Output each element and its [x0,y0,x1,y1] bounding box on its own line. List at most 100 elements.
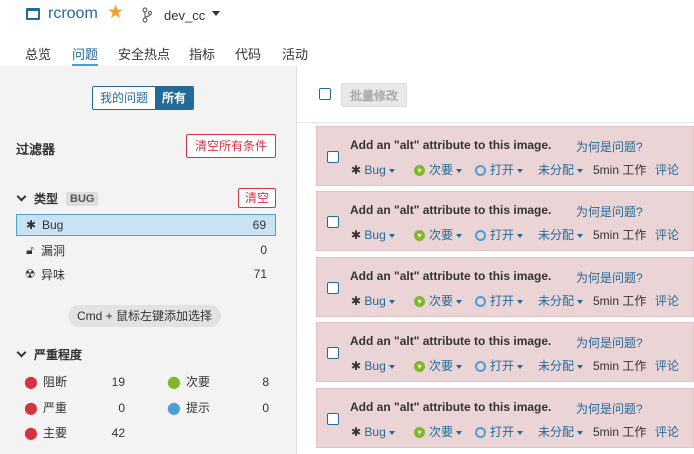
issue-assignee-dropdown[interactable]: 未分配 [538,162,584,178]
issue-assignee-dropdown[interactable]: 未分配 [538,293,584,309]
issue-message[interactable]: Add an "alt" attribute to this image. [350,334,551,348]
issue-checkbox[interactable] [327,282,339,294]
facet-item-code-smell[interactable]: ☢ 异味 71 [16,263,276,285]
issue-severity-dropdown[interactable]: ▾ 次要 [414,227,463,243]
issue-severity-dropdown[interactable]: ▾ 次要 [414,293,463,309]
issue-comment-link[interactable]: 评论 [655,293,679,309]
issue-assignee-dropdown[interactable]: 未分配 [538,227,584,243]
tab-code[interactable]: 代码 [235,44,261,63]
open-status-icon [475,230,486,242]
severity-facet-title: 严重程度 [34,348,83,362]
chevron-down-icon [577,168,584,173]
issue-assignee-label: 未分配 [538,359,575,373]
issue-checkbox[interactable] [327,151,339,163]
issue-item[interactable]: Add an "alt" attribute to this image. 为何… [316,322,694,382]
facet-item-minor[interactable]: ⬤ 次要 8 [167,373,269,390]
all-issues-button[interactable]: 所有 [155,87,194,109]
facet-item-count: 0 [118,400,125,415]
issue-status-label: 打开 [490,359,515,373]
chevron-down-icon [388,233,395,238]
why-is-this-an-issue-link[interactable]: 为何是问题? [576,269,643,286]
issue-assignee-label: 未分配 [538,163,575,177]
facet-item-info[interactable]: ⬤ 提示 0 [167,399,269,416]
type-facet-header[interactable]: 类型 BUG [16,190,99,207]
issue-item[interactable]: Add an "alt" attribute to this image. 为何… [316,126,694,186]
chevron-down-icon [517,233,524,238]
facet-item-blocker[interactable]: ⬤ 阻断 19 [24,373,128,390]
facet-item-critical[interactable]: ⬤ 严重 0 [24,399,128,416]
why-is-this-an-issue-link[interactable]: 为何是问题? [576,138,643,155]
select-all-checkbox[interactable] [319,88,331,100]
issue-severity-dropdown[interactable]: ▾ 次要 [414,424,463,440]
issue-item[interactable]: Add an "alt" attribute to this image. 为何… [316,191,694,251]
issue-type-dropdown[interactable]: ✱ Bug [351,162,395,178]
project-nav: 总览 问题 安全热点 指标 代码 活动 [0,40,694,66]
issue-status-dropdown[interactable]: 打开 [475,162,524,178]
branch-selector[interactable]: dev_cc [164,8,205,23]
issue-status-dropdown[interactable]: 打开 [475,424,524,440]
chevron-down-icon [388,168,395,173]
issue-type-dropdown[interactable]: ✱ Bug [351,227,395,243]
clear-type-facet-button[interactable]: 清空 [238,188,276,208]
issue-severity-dropdown[interactable]: ▾ 次要 [414,358,463,374]
facet-item-vulnerability[interactable]: 🔓︎ 漏洞 0 [16,239,276,261]
issue-assignee-dropdown[interactable]: 未分配 [538,424,584,440]
severity-facet-header[interactable]: 严重程度 [16,346,83,363]
issue-status-dropdown[interactable]: 打开 [475,358,524,374]
issue-message[interactable]: Add an "alt" attribute to this image. [350,203,551,217]
issue-checkbox[interactable] [327,413,339,425]
project-name-link[interactable]: rcroom [48,5,98,23]
issue-status-dropdown[interactable]: 打开 [475,227,524,243]
critical-icon: ⬤ [24,400,38,415]
facet-item-major[interactable]: ⬤ 主要 42 [24,424,128,441]
issue-checkbox[interactable] [327,347,339,359]
issue-message[interactable]: Add an "alt" attribute to this image. [350,138,551,152]
chevron-down-icon[interactable] [212,11,220,16]
issue-type-label: Bug [364,359,386,373]
issue-message[interactable]: Add an "alt" attribute to this image. [350,400,551,414]
issue-comment-link[interactable]: 评论 [655,358,679,374]
bug-icon: ✱ [25,218,37,232]
why-is-this-an-issue-link[interactable]: 为何是问题? [576,400,643,417]
issue-type-dropdown[interactable]: ✱ Bug [351,293,395,309]
chevron-down-icon [456,299,463,304]
issue-severity-label: 次要 [429,359,454,373]
my-issues-button[interactable]: 我的问题 [93,87,156,109]
issue-item[interactable]: Add an "alt" attribute to this image. 为何… [316,388,694,448]
issue-assignee-dropdown[interactable]: 未分配 [538,358,584,374]
issue-message[interactable]: Add an "alt" attribute to this image. [350,269,551,283]
tab-security-hotspots[interactable]: 安全热点 [118,44,170,63]
issue-meta: ✱ Bug ▾ 次要 打开 未分配 5min 工作 评论 [351,293,691,309]
issues-list-panel: 批量修改 Add an "alt" attribute to this imag… [297,66,694,454]
chevron-down-icon [577,430,584,435]
issue-comment-link[interactable]: 评论 [655,227,679,243]
tab-measures[interactable]: 指标 [189,44,215,63]
facet-item-label: 异味 [41,267,66,282]
chevron-down-icon [517,299,524,304]
issue-item[interactable]: Add an "alt" attribute to this image. 为何… [316,257,694,317]
tab-overview[interactable]: 总览 [25,44,51,63]
facet-item-label: Bug [42,218,64,232]
facet-item-bug[interactable]: ✱ Bug 69 [16,214,276,236]
why-is-this-an-issue-link[interactable]: 为何是问题? [576,203,643,220]
chevron-down-icon [388,430,395,435]
issue-type-label: Bug [364,228,386,242]
issue-status-dropdown[interactable]: 打开 [475,293,524,309]
clear-all-filters-button[interactable]: 清空所有条件 [186,134,276,158]
bug-icon: ✱ [351,294,362,308]
issue-type-dropdown[interactable]: ✱ Bug [351,358,395,374]
issue-comment-link[interactable]: 评论 [655,424,679,440]
issue-meta: ✱ Bug ▾ 次要 打开 未分配 5min 工作 评论 [351,227,691,243]
bulk-change-button[interactable]: 批量修改 [341,83,408,107]
tab-issues[interactable]: 问题 [72,44,98,63]
issue-type-dropdown[interactable]: ✱ Bug [351,424,395,440]
tab-activity[interactable]: 活动 [282,44,308,63]
issue-severity-dropdown[interactable]: ▾ 次要 [414,162,463,178]
star-icon[interactable]: ★ [107,3,124,23]
issue-effort: 5min 工作 [593,163,647,177]
issue-checkbox[interactable] [327,216,339,228]
issue-comment-link[interactable]: 评论 [655,162,679,178]
open-status-icon [475,296,486,308]
facet-item-label: 阻断 [43,375,68,389]
why-is-this-an-issue-link[interactable]: 为何是问题? [576,334,643,351]
